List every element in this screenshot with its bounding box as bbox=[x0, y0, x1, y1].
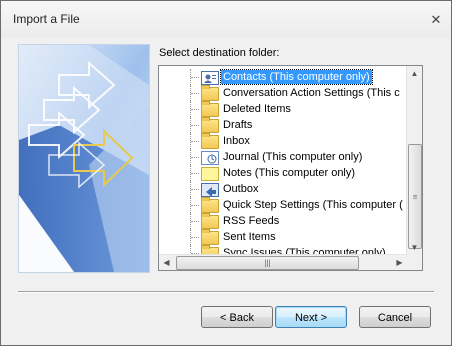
grip-icon: ||| bbox=[264, 258, 271, 268]
folder-item[interactable]: Drafts bbox=[159, 117, 407, 133]
title-bar: Import a File ✕ bbox=[1, 1, 451, 37]
vertical-scroll-thumb[interactable]: ≡ bbox=[408, 144, 422, 249]
scroll-down-icon[interactable]: ▼ bbox=[407, 240, 422, 255]
folder-icon bbox=[201, 101, 219, 117]
folder-name: Contacts (This computer only) bbox=[220, 69, 373, 85]
folder-name: Journal (This computer only) bbox=[223, 151, 363, 163]
folder-name: Conversation Action Settings (This c bbox=[223, 87, 400, 99]
scroll-right-icon[interactable]: ▶ bbox=[392, 255, 407, 270]
tree-connector bbox=[190, 133, 201, 149]
folder-name: Deleted Items bbox=[223, 103, 291, 115]
tree-connector bbox=[190, 181, 201, 197]
scroll-up-icon[interactable]: ▲ bbox=[407, 66, 422, 81]
folder-name: Sent Items bbox=[223, 231, 276, 243]
folder-item[interactable]: Inbox bbox=[159, 133, 407, 149]
notes-icon bbox=[201, 167, 219, 181]
folder-item[interactable]: Contacts (This computer only) bbox=[159, 69, 407, 85]
destination-folder-label: Select destination folder: bbox=[159, 47, 280, 59]
folder-icon bbox=[201, 85, 219, 101]
folder-name: Outbox bbox=[223, 183, 259, 195]
scroll-left-icon[interactable]: ◀ bbox=[159, 255, 174, 270]
folder-item[interactable]: RSS Feeds bbox=[159, 213, 407, 229]
contacts-icon bbox=[201, 71, 219, 85]
tree-connector bbox=[190, 229, 201, 245]
tree-connector bbox=[190, 117, 201, 133]
folder-item[interactable]: Journal (This computer only) bbox=[159, 149, 407, 165]
folder-item[interactable]: Outbox bbox=[159, 181, 407, 197]
import-file-dialog: Import a File ✕ Select destination folde… bbox=[0, 0, 452, 346]
scrollbar-corner bbox=[407, 255, 422, 270]
folder-icon bbox=[201, 197, 219, 213]
folder-icon bbox=[201, 117, 219, 133]
grip-icon: ≡ bbox=[412, 192, 418, 201]
journal-icon bbox=[201, 151, 219, 165]
separator bbox=[18, 291, 434, 293]
folder-name: Notes (This computer only) bbox=[223, 167, 356, 179]
folder-item[interactable]: Deleted Items bbox=[159, 101, 407, 117]
tree-connector bbox=[190, 197, 201, 213]
folder-name: Quick Step Settings (This computer ( bbox=[223, 199, 403, 211]
folder-icon bbox=[201, 213, 219, 229]
outbox-icon bbox=[201, 183, 219, 197]
arrows-banner-graphic bbox=[19, 45, 149, 272]
tree-connector bbox=[190, 165, 201, 181]
back-button[interactable]: < Back bbox=[201, 306, 273, 328]
folder-icon bbox=[201, 229, 219, 245]
horizontal-scroll-thumb[interactable]: ||| bbox=[176, 256, 359, 270]
folder-item[interactable]: Conversation Action Settings (This c bbox=[159, 85, 407, 101]
folder-name: Drafts bbox=[223, 119, 253, 131]
folder-item[interactable]: Sent Items bbox=[159, 229, 407, 245]
folder-item[interactable]: Notes (This computer only) bbox=[159, 165, 407, 181]
folder-tree[interactable]: Contacts (This computer only) Conversatio… bbox=[158, 65, 423, 271]
folder-list: Contacts (This computer only) Conversatio… bbox=[159, 66, 407, 255]
folder-name: RSS Feeds bbox=[223, 215, 280, 227]
tree-connector bbox=[190, 85, 201, 101]
tree-connector bbox=[190, 149, 201, 165]
wizard-banner-image bbox=[18, 44, 150, 273]
vertical-scrollbar[interactable]: ▲ ≡ ▼ bbox=[406, 66, 422, 255]
tree-connector bbox=[190, 101, 201, 117]
cancel-button[interactable]: Cancel bbox=[359, 306, 431, 328]
inbox-icon bbox=[201, 133, 219, 149]
close-icon[interactable]: ✕ bbox=[429, 13, 443, 27]
folder-item[interactable]: Quick Step Settings (This computer ( bbox=[159, 197, 407, 213]
window-title: Import a File bbox=[13, 12, 80, 26]
folder-name: Inbox bbox=[223, 135, 250, 147]
tree-connector bbox=[190, 213, 201, 229]
next-button[interactable]: Next > bbox=[275, 306, 347, 328]
tree-connector bbox=[190, 69, 201, 85]
horizontal-scrollbar[interactable]: ◀ ||| ▶ bbox=[159, 254, 407, 270]
